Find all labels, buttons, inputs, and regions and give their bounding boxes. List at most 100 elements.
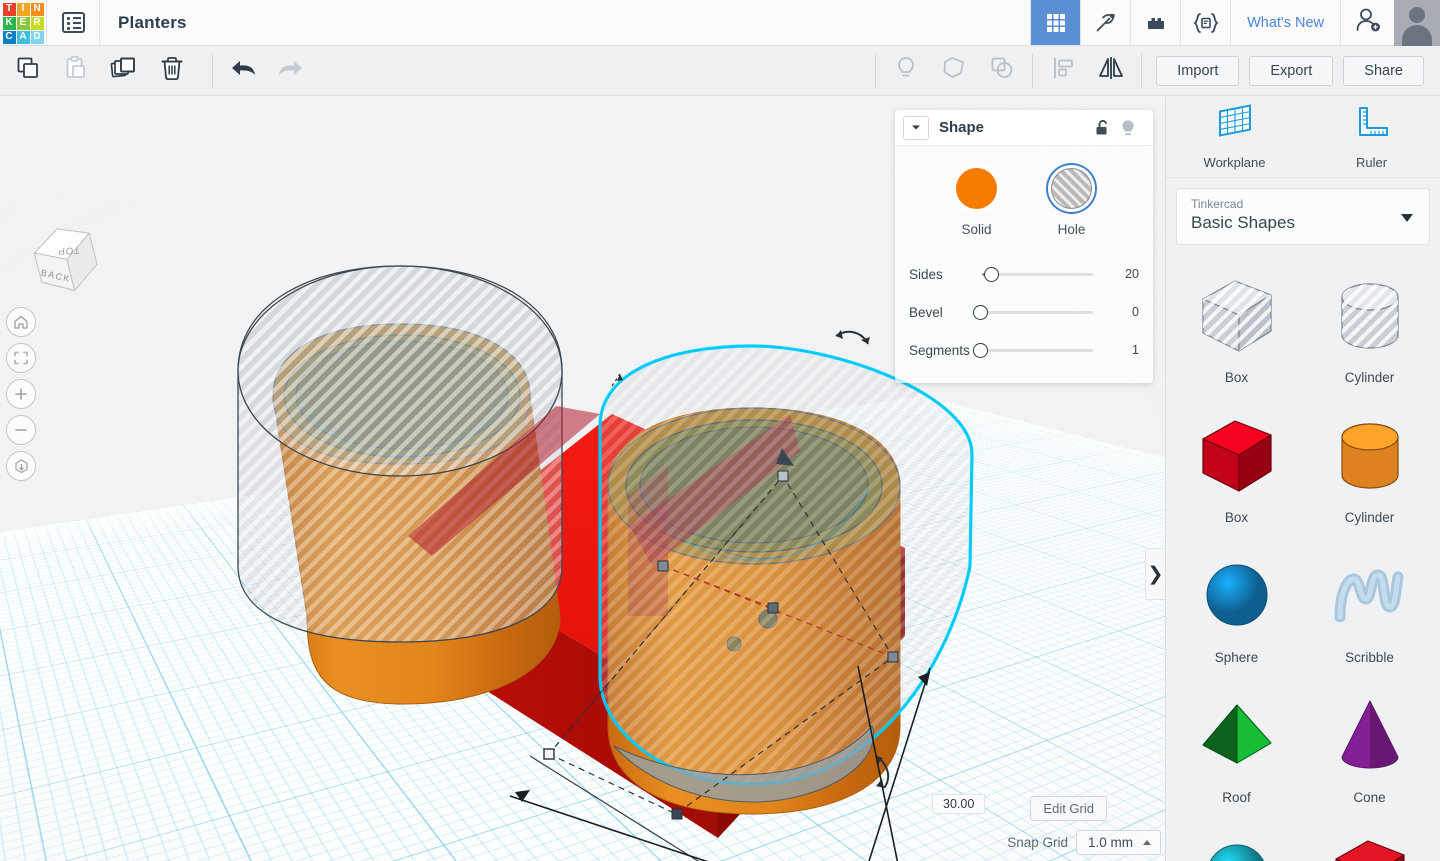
invite-user-button[interactable] (1340, 0, 1394, 45)
avatar[interactable] (1394, 0, 1440, 46)
segments-track[interactable] (987, 348, 1093, 352)
solid-swatch[interactable]: Solid (956, 168, 997, 237)
undo-button[interactable] (219, 46, 267, 96)
shape-partial-left[interactable] (1177, 823, 1297, 861)
chevron-down-icon[interactable] (903, 115, 929, 140)
logo-letter-n: N (30, 2, 44, 16)
cube-top-label: TOP (57, 244, 80, 256)
toolbar-divider (875, 53, 877, 88)
center-handle (657, 560, 669, 572)
roof-thumbnail-icon (1191, 691, 1283, 784)
shape-card-label: Roof (1222, 790, 1251, 805)
share-button[interactable]: Share (1343, 55, 1424, 86)
library-kicker: Tinkercad (1191, 197, 1244, 211)
sides-slider[interactable]: Sides 20 (909, 255, 1139, 293)
shape-card-label: Cylinder (1344, 370, 1395, 385)
shape-library-picker[interactable]: Tinkercad Basic Shapes (1176, 188, 1430, 245)
sides-knob[interactable] (984, 266, 999, 282)
shape-roof[interactable]: Roof (1177, 683, 1297, 823)
shape-box-solid[interactable]: Box (1177, 403, 1297, 543)
sphere-partial-thumbnail-icon (1191, 831, 1283, 861)
tab-pickaxe[interactable] (1080, 0, 1130, 45)
shape-cylinder-solid[interactable]: Cylinder (1310, 403, 1430, 543)
mirror-button[interactable] (1087, 46, 1135, 96)
fit-view-button[interactable] (6, 343, 36, 373)
sphere-thumbnail-icon (1191, 551, 1283, 644)
shape-card-label: Cone (1353, 790, 1386, 805)
hole-swatch[interactable]: Hole (1051, 168, 1092, 237)
delete-button[interactable] (148, 46, 196, 96)
segments-slider[interactable]: Segments 1 (909, 331, 1139, 369)
zoom-out-button[interactable] (6, 415, 36, 445)
workplane-icon (1212, 103, 1258, 148)
cylinder-thumbnail-icon (1324, 271, 1416, 364)
logo-letter-d: D (30, 30, 44, 44)
corner-handle (543, 748, 555, 760)
corner-handle (777, 470, 789, 482)
shape-cylinder-hole[interactable]: Cylinder (1310, 263, 1430, 403)
shape-box-hole[interactable]: Box (1177, 263, 1297, 403)
light-button[interactable] (882, 46, 930, 96)
duplicate-icon (110, 55, 138, 86)
shape-scribble[interactable]: Scribble (1310, 543, 1430, 683)
main-toolbar: Import Export Share (0, 46, 1440, 96)
unlock-icon[interactable] (1089, 119, 1115, 137)
redo-button[interactable] (267, 46, 315, 96)
shape-sphere[interactable]: Sphere (1177, 543, 1297, 683)
logo-letter-i: I (16, 2, 30, 16)
lightbulb-icon[interactable] (1115, 118, 1141, 138)
box-thumbnail-icon (1191, 271, 1283, 364)
right-planter-object-selected[interactable] (598, 344, 974, 815)
ortho-toggle-button[interactable] (6, 451, 36, 481)
tab-grid-view[interactable] (1030, 0, 1081, 45)
grid-icon (1045, 12, 1067, 34)
page-title[interactable]: Planters (100, 0, 205, 45)
tab-codeblocks[interactable] (1180, 0, 1230, 45)
bevel-track[interactable] (987, 310, 1093, 314)
chevron-down-icon[interactable] (1401, 213, 1413, 222)
sides-track[interactable] (987, 272, 1093, 276)
redo-arrow-icon (276, 56, 306, 85)
logo-letter-t: T (2, 2, 16, 16)
bevel-slider[interactable]: Bevel 0 (909, 293, 1139, 331)
shape-card-label: Cylinder (1344, 510, 1395, 525)
workplane-tool[interactable]: Workplane (1185, 103, 1285, 170)
hole-color-circle[interactable] (1051, 168, 1092, 209)
view-cube[interactable]: TOP BACK (14, 206, 114, 306)
ruler-tool[interactable]: Ruler (1322, 103, 1422, 170)
document-list-icon[interactable] (47, 0, 99, 45)
center-handle (767, 602, 779, 614)
sidebar-tools: Workplane Ruler (1166, 96, 1440, 178)
group-button[interactable] (930, 46, 978, 96)
shape-library-grid: Box Cylinder Box Cylinder Sphere Scribble Roof… (1166, 255, 1440, 861)
tinkercad-logo[interactable]: TINKERCAD (0, 0, 46, 46)
export-button[interactable]: Export (1249, 55, 1334, 86)
logo-letter-r: R (30, 16, 44, 30)
width-dimension-label[interactable]: 30.00 (932, 794, 986, 814)
logo-letter-e: E (16, 16, 30, 30)
tab-brick[interactable] (1130, 0, 1180, 45)
shape-card-label: Box (1224, 510, 1249, 525)
paste-button[interactable] (52, 46, 100, 96)
bevel-knob[interactable] (973, 304, 988, 320)
hole-label: Hole (1057, 222, 1086, 237)
edit-grid-button[interactable]: Edit Grid (1030, 796, 1107, 821)
segments-knob[interactable] (973, 342, 988, 358)
home-view-button[interactable] (6, 307, 36, 337)
ruler-label: Ruler (1355, 155, 1388, 170)
toolbar-divider (212, 53, 213, 88)
solid-color-circle[interactable] (956, 168, 997, 209)
ungroup-button[interactable] (978, 46, 1026, 96)
shape-partial-right[interactable] (1310, 823, 1430, 861)
snap-grid-select[interactable]: 1.0 mm (1075, 830, 1161, 855)
left-planter-object[interactable] (237, 265, 600, 705)
shape-cone[interactable]: Cone (1310, 683, 1430, 823)
align-button[interactable] (1039, 46, 1087, 96)
import-button[interactable]: Import (1156, 55, 1240, 86)
duplicate-button[interactable] (100, 46, 148, 96)
logo-letter-k: K (2, 16, 16, 30)
zoom-in-button[interactable] (6, 379, 36, 409)
copy-button[interactable] (4, 46, 52, 96)
whats-new-link[interactable]: What's New (1230, 0, 1340, 45)
panel-collapse-handle[interactable]: ❯ (1145, 548, 1165, 600)
